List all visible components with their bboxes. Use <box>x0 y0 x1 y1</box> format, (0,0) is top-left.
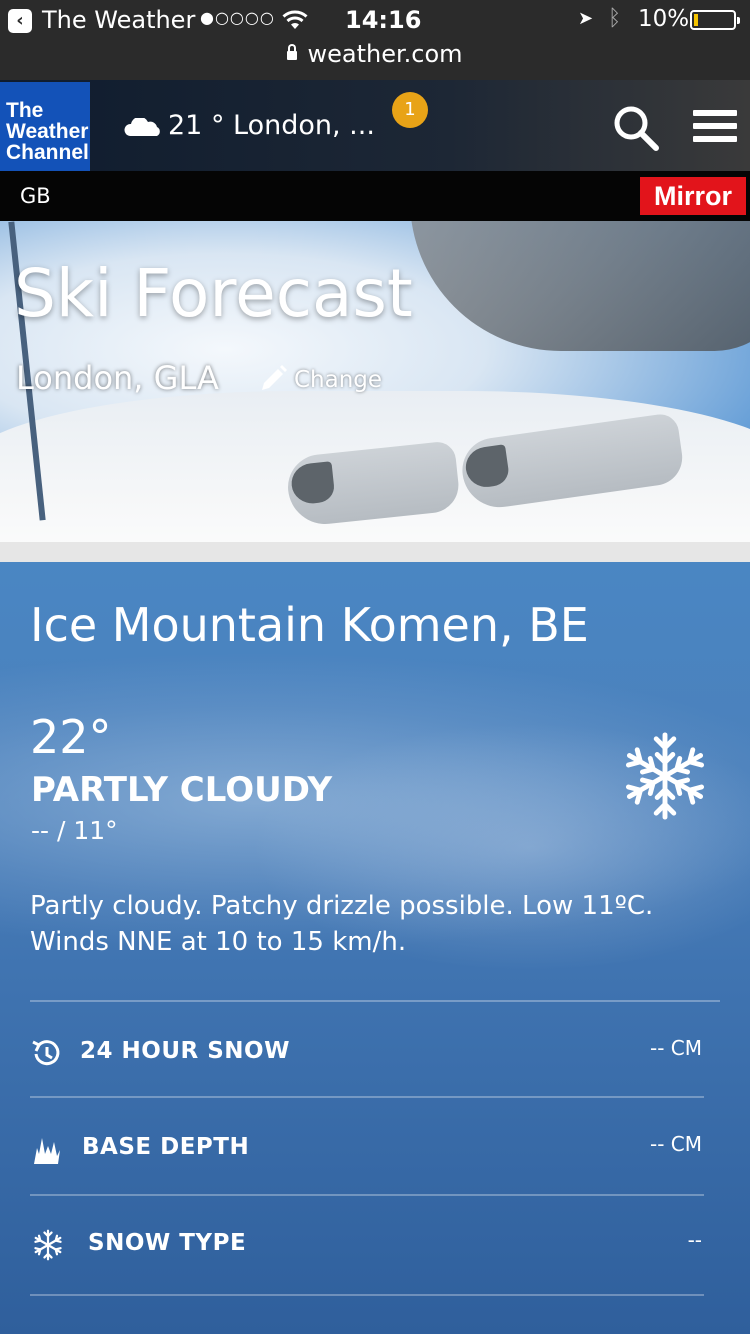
sub-bar: GB Mirror <box>0 171 750 221</box>
hero-skier-image <box>410 221 750 351</box>
stat-value: -- CM <box>649 1132 702 1156</box>
pencil-icon[interactable] <box>258 364 288 394</box>
status-bar: ‹ The Weather ●○○○○ 14:16 ➤ ᛒ 10% weathe… <box>0 0 750 80</box>
stat-snow-type: SNOW TYPE -- <box>30 1214 704 1274</box>
lock-icon <box>287 44 298 60</box>
logo-line: The <box>6 99 44 122</box>
search-icon[interactable] <box>612 104 660 152</box>
change-location-link[interactable]: Change <box>294 367 382 393</box>
mountain-icon <box>34 1138 60 1164</box>
stat-base-depth: BASE DEPTH -- CM <box>30 1118 704 1178</box>
resort-name[interactable]: Ice Mountain Komen, BE <box>30 598 589 652</box>
clock: 14:16 <box>345 6 422 34</box>
stat-24-hour-snow: 24 HOUR SNOW -- CM <box>30 1022 704 1082</box>
snowflake-icon <box>620 732 710 822</box>
weather-channel-logo[interactable]: The Weather Channel <box>0 82 90 171</box>
logo-line: Channel <box>6 141 89 164</box>
resort-description: Partly cloudy. Patchy drizzle possible. … <box>30 891 654 957</box>
site-header: The Weather Channel 21 ° London, ... 1 <box>0 80 750 171</box>
url-text: weather.com <box>307 40 463 68</box>
cloud-icon <box>124 118 160 136</box>
snowflake-icon <box>32 1229 64 1261</box>
menu-icon[interactable] <box>693 110 737 142</box>
current-weather-summary[interactable]: 21 ° London, ... <box>168 110 375 141</box>
battery-icon <box>690 10 740 30</box>
logo-line: Weather <box>6 120 89 143</box>
notification-badge[interactable]: 1 <box>392 92 428 128</box>
partner-logo[interactable]: Mirror <box>640 177 746 215</box>
page-title: Ski Forecast <box>14 255 413 332</box>
back-app-label[interactable]: The Weather <box>42 6 195 34</box>
section-divider <box>0 542 750 562</box>
divider <box>30 1194 704 1196</box>
hero-banner: Ski Forecast London, GLA Change <box>0 221 750 542</box>
url-bar[interactable]: weather.com <box>0 40 750 68</box>
resort-hi-lo: -- / 11° <box>31 816 118 845</box>
back-to-app-icon[interactable]: ‹ <box>8 9 32 33</box>
region-label[interactable]: GB <box>20 184 51 208</box>
location-arrow-icon: ➤ <box>578 8 594 29</box>
stat-value: -- <box>687 1228 702 1252</box>
hero-location: London, GLA <box>16 359 219 397</box>
divider <box>30 1096 704 1098</box>
resort-card: Ice Mountain Komen, BE 22° PARTLY CLOUDY… <box>0 562 750 1334</box>
resort-temperature: 22° <box>30 710 112 764</box>
divider <box>30 1000 720 1002</box>
stat-label: BASE DEPTH <box>82 1134 250 1160</box>
stat-label: 24 HOUR SNOW <box>80 1038 290 1064</box>
bluetooth-icon: ᛒ <box>608 6 622 31</box>
stat-label: SNOW TYPE <box>88 1230 247 1256</box>
stat-value: -- CM <box>649 1036 702 1060</box>
signal-strength: ●○○○○ <box>200 8 275 27</box>
divider <box>30 1294 704 1296</box>
history-icon <box>32 1040 60 1066</box>
battery-percent: 10% <box>638 6 690 32</box>
resort-condition: PARTLY CLOUDY <box>31 770 333 810</box>
wifi-icon <box>282 10 308 29</box>
